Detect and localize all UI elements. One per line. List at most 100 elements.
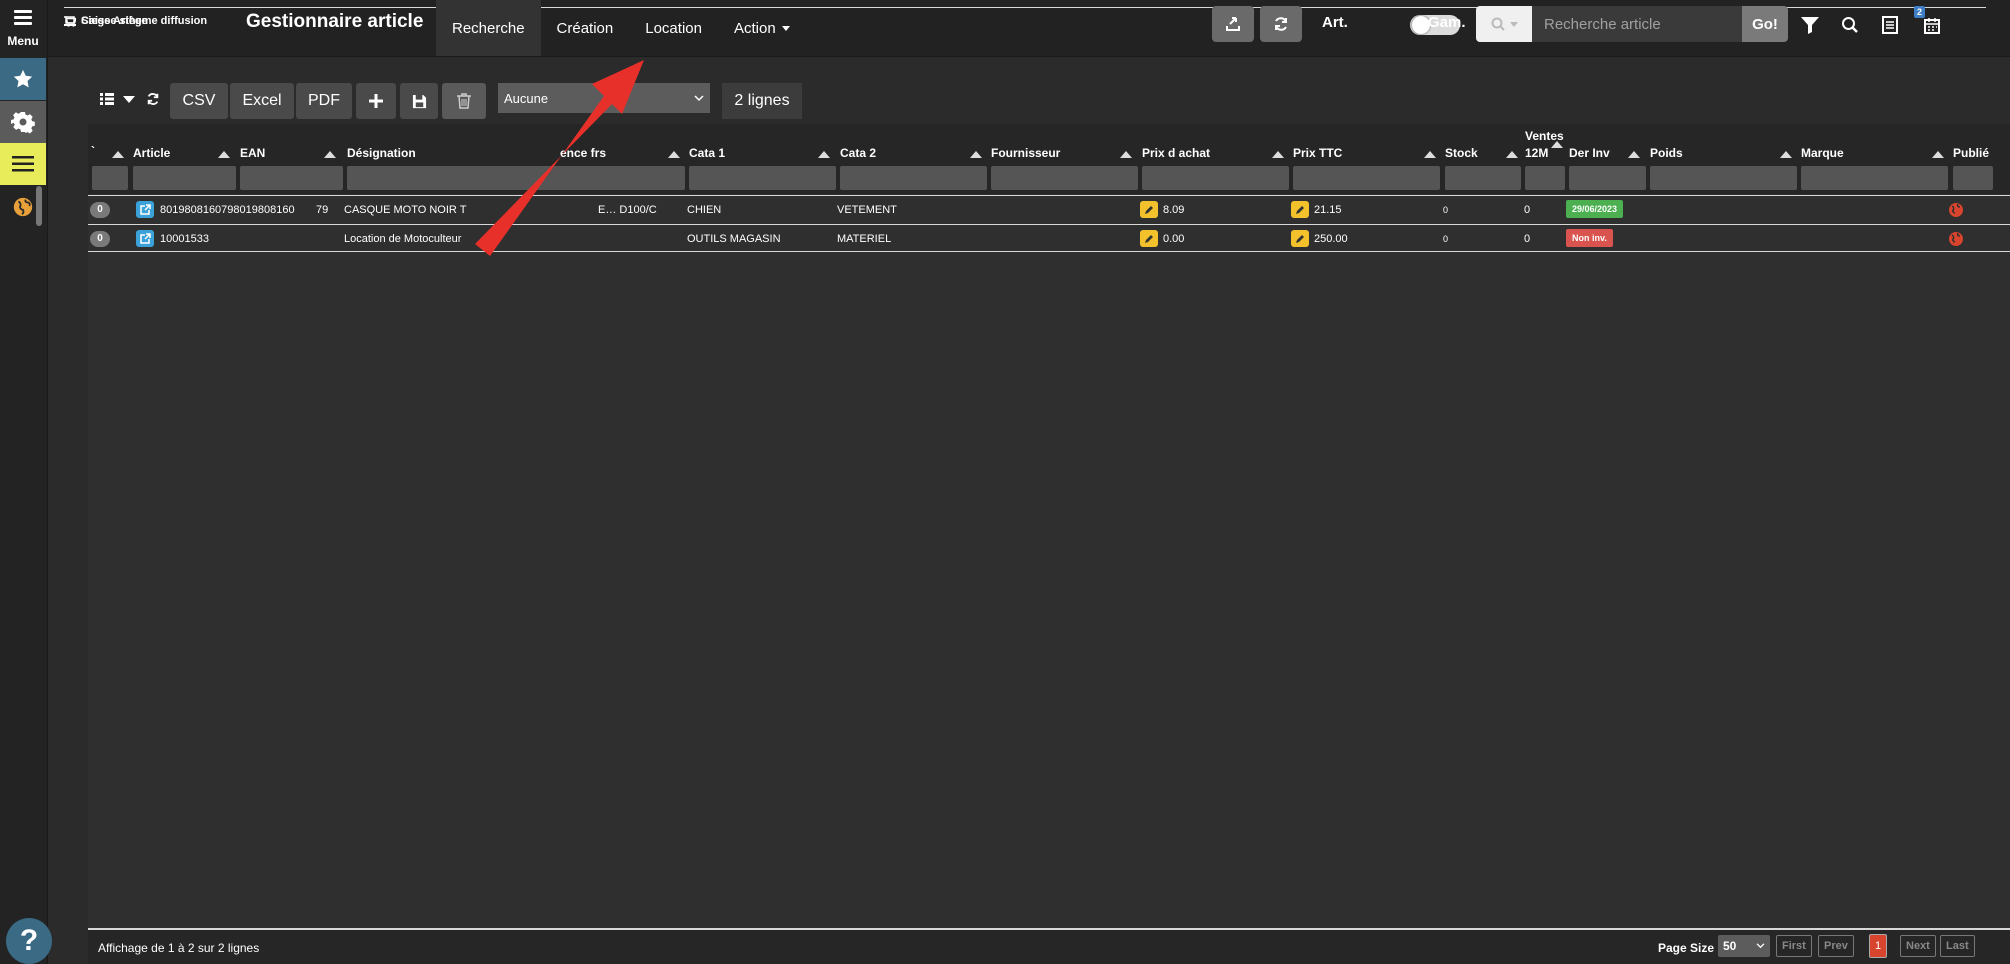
col-header-ventes-12m[interactable]: 12M xyxy=(1525,146,1548,160)
table-row[interactable]: 0 10001533 Location de Motoculteur OUTIL… xyxy=(88,224,2010,252)
go-button[interactable]: Go! xyxy=(1742,6,1788,42)
nav-creation-label: Création xyxy=(556,19,614,37)
filter-input-prix-ttc[interactable] xyxy=(1293,166,1440,190)
sort-asc-icon[interactable] xyxy=(1780,151,1792,158)
edit-price-button[interactable] xyxy=(1291,230,1309,247)
filter-input-mark[interactable] xyxy=(92,166,128,190)
document-icon xyxy=(1882,16,1898,34)
globe-icon[interactable] xyxy=(1948,231,1964,247)
prev-page-button[interactable]: Prev xyxy=(1818,935,1854,957)
nav-creation[interactable]: Création xyxy=(541,0,630,56)
col-header-fournisseur[interactable]: Fournisseur xyxy=(991,146,1060,160)
filter-input-poids[interactable] xyxy=(1650,166,1797,190)
filter-input-publie[interactable] xyxy=(1953,166,1993,190)
filter-input-ventes-12m[interactable] xyxy=(1525,166,1565,190)
save-button[interactable] xyxy=(400,83,438,119)
col-header-stock[interactable]: Stock xyxy=(1445,146,1478,160)
calendar-button[interactable] xyxy=(1920,13,1944,37)
col-header-reference-frs[interactable]: ence frs xyxy=(560,146,606,160)
col-header-article[interactable]: Article xyxy=(133,146,170,160)
col-header-designation[interactable]: Désignation xyxy=(347,146,416,160)
next-page-button[interactable]: Next xyxy=(1900,935,1936,957)
favorites-button[interactable] xyxy=(0,58,46,100)
settings-button[interactable] xyxy=(0,101,46,143)
sort-asc-icon[interactable] xyxy=(1551,141,1563,148)
sort-asc-icon[interactable] xyxy=(218,151,230,158)
col-header-prix-ttc[interactable]: Prix TTC xyxy=(1293,146,1342,160)
excel-button[interactable]: Excel xyxy=(230,83,294,119)
nav-action[interactable]: Action xyxy=(718,0,806,56)
open-link-button[interactable] xyxy=(136,201,154,218)
preset-select[interactable]: Aucune xyxy=(498,83,710,113)
search-scope-dropdown[interactable] xyxy=(1476,6,1532,42)
magnifier-button[interactable] xyxy=(1838,13,1862,37)
export-button[interactable] xyxy=(1212,6,1254,42)
filter-input-der-inv[interactable] xyxy=(1569,166,1646,190)
filter-input-cata1[interactable] xyxy=(689,166,836,190)
filter-input-cata2[interactable] xyxy=(840,166,987,190)
col-header-der-inv[interactable]: Der Inv xyxy=(1569,146,1610,160)
pdf-button[interactable]: PDF xyxy=(296,83,352,119)
rail-scrollbar[interactable] xyxy=(36,186,42,226)
col-header-cata2[interactable]: Cata 2 xyxy=(840,146,876,160)
page-size-select[interactable]: 50 xyxy=(1718,935,1770,957)
globe-icon[interactable] xyxy=(1948,202,1964,218)
edit-price-button[interactable] xyxy=(1140,230,1158,247)
table-row[interactable]: 0 8019808160798019808160 79 CASQUE MOTO … xyxy=(88,195,2010,223)
nav-location[interactable]: Location xyxy=(629,0,718,56)
edit-price-button[interactable] xyxy=(1291,201,1309,218)
column-dropdown-button[interactable] xyxy=(118,88,140,110)
filter-input-marque[interactable] xyxy=(1801,166,1948,190)
edit-price-button[interactable] xyxy=(1140,201,1158,218)
filter-input-prix-achat[interactable] xyxy=(1142,166,1289,190)
col-header-prix-achat[interactable]: Prix d achat xyxy=(1142,146,1210,160)
search-input[interactable] xyxy=(1532,6,1742,42)
sort-asc-icon[interactable] xyxy=(818,151,830,158)
left-rail: Menu xyxy=(0,0,48,964)
inventory-date-badge: 29/06/2023 xyxy=(1566,200,1624,218)
sort-asc-icon[interactable] xyxy=(324,151,336,158)
col-header-marque[interactable]: Marque xyxy=(1801,146,1844,160)
current-page[interactable]: 1 xyxy=(1869,934,1887,958)
cell-ean: 79 xyxy=(316,204,329,216)
document-button[interactable] xyxy=(1878,13,1902,37)
delete-button[interactable] xyxy=(442,83,486,119)
filter-input-fournisseur[interactable] xyxy=(991,166,1138,190)
col-header-ean[interactable]: EAN xyxy=(240,146,265,160)
open-link-button[interactable] xyxy=(136,230,154,247)
sort-asc-icon[interactable] xyxy=(1272,151,1284,158)
grid-refresh-button[interactable] xyxy=(142,88,164,110)
menu-button[interactable]: Menu xyxy=(0,0,46,56)
export-icon xyxy=(1226,17,1240,31)
first-page-button[interactable]: First xyxy=(1776,935,1812,957)
sort-asc-icon[interactable] xyxy=(1628,151,1640,158)
filter-input-stock[interactable] xyxy=(1445,166,1521,190)
nav-recherche[interactable]: Recherche xyxy=(436,0,541,56)
csv-button[interactable]: CSV xyxy=(170,83,228,119)
sort-asc-icon[interactable] xyxy=(1424,151,1436,158)
chevron-down-icon xyxy=(1756,943,1765,949)
filter-input-article[interactable] xyxy=(133,166,236,190)
last-page-button[interactable]: Last xyxy=(1940,935,1975,957)
sort-asc-icon[interactable] xyxy=(112,151,124,158)
sync-button[interactable] xyxy=(1260,6,1302,42)
add-button[interactable] xyxy=(356,83,396,119)
filter-input-designation[interactable] xyxy=(347,166,685,190)
cell-prix-achat: 8.09 xyxy=(1163,204,1185,216)
help-button[interactable]: ? xyxy=(6,918,52,964)
col-header-poids[interactable]: Poids xyxy=(1650,146,1683,160)
filter-input-ean[interactable] xyxy=(240,166,343,190)
cell-stock: 0 xyxy=(1443,205,1449,215)
col-header-cata1[interactable]: Cata 1 xyxy=(689,146,725,160)
list-view-button[interactable] xyxy=(0,143,46,185)
sort-asc-icon[interactable] xyxy=(970,151,982,158)
sort-asc-icon[interactable] xyxy=(668,151,680,158)
sort-asc-icon[interactable] xyxy=(1120,151,1132,158)
col-header-publie[interactable]: Publié xyxy=(1953,146,1989,160)
column-list-button[interactable] xyxy=(96,88,118,110)
gam-label: Gam. xyxy=(1428,14,1466,31)
sort-asc-icon[interactable] xyxy=(1506,151,1518,158)
pencil-icon xyxy=(1145,234,1153,243)
sort-asc-icon[interactable] xyxy=(1932,151,1944,158)
filter-button[interactable] xyxy=(1798,13,1822,37)
